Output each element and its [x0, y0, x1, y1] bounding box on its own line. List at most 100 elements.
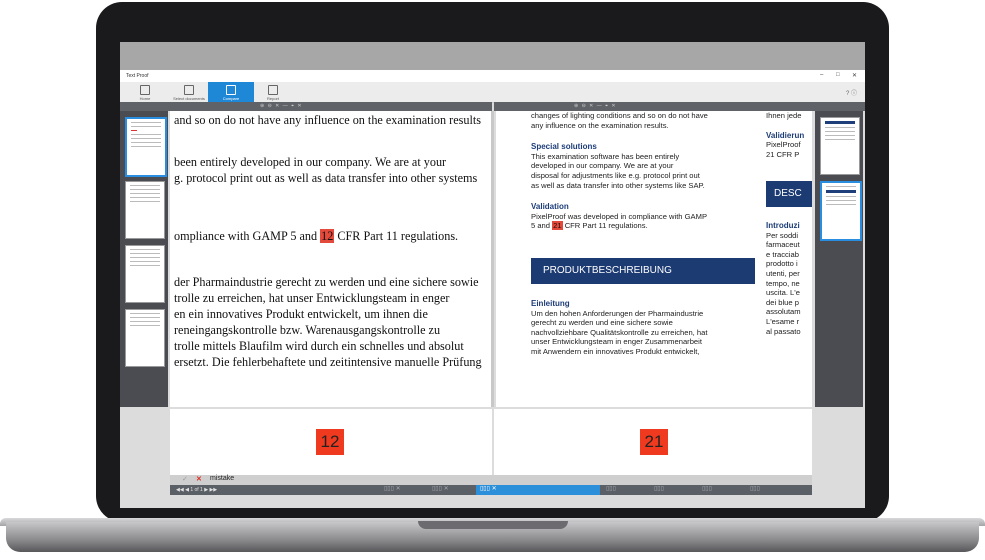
step-select-documents[interactable]: Select documents — [166, 82, 212, 102]
app-window: Text Proof – □ ✕ Home Select documents C… — [120, 70, 865, 508]
right-document-view: changes of lighting conditions and so on… — [496, 111, 812, 407]
right-column-1: changes of lighting conditions and so on… — [531, 111, 761, 231]
app-title: Text Proof — [126, 73, 149, 79]
difference-tab[interactable]: ▯▯▯ — [698, 485, 742, 495]
laptop-notch — [418, 521, 568, 529]
right-column-2: Ihnen jede Validierun PixelProof 21 CFR … — [766, 111, 812, 159]
help-icon[interactable]: ? ⓘ — [846, 88, 857, 97]
section-heading: Special solutions — [531, 142, 597, 152]
left-document-view: and so on do not have any influence on t… — [170, 111, 492, 407]
left-thumbnail-panel — [120, 111, 168, 407]
difference-tab-active[interactable]: ▯▯▯ ✕ — [476, 485, 600, 495]
step-label: Report — [266, 96, 279, 101]
step-report[interactable]: Report — [250, 82, 296, 102]
difference-tab[interactable]: ▯▯▯ ✕ — [428, 485, 472, 495]
right-thumbnail-panel — [815, 111, 863, 407]
doc-line: ompliance with GAMP 5 and 12 CFR Part 11… — [174, 229, 459, 243]
doc-line: 5 and 21 CFR Part 11 regulations. — [531, 221, 648, 231]
right-column-1-lower: Einleitung Um den hohen Anforderungen de… — [531, 299, 761, 357]
right-compare-value: 21 — [640, 429, 668, 455]
doc-line: utenti, per — [766, 268, 800, 278]
step-label: Home — [139, 96, 151, 101]
doc-line: This examination software has been entir… — [531, 151, 680, 161]
left-scrollbar[interactable] — [491, 111, 494, 407]
doc-line: 21 CFR P — [766, 149, 800, 159]
screen: Text Proof – □ ✕ Home Select documents C… — [120, 42, 865, 508]
doc-line: Per soddi — [766, 230, 799, 240]
difference-highlight[interactable]: 12 — [320, 229, 335, 243]
reject-icon[interactable]: ✕ — [196, 475, 202, 483]
page-thumbnail[interactable] — [820, 117, 860, 175]
doc-line: trolle zu erreichen, hat unser Entwicklu… — [174, 291, 450, 305]
right-toolbar: ⊕ ⊖ ✕ — ⌖ ✕ — [494, 102, 865, 111]
page-thumbnail[interactable] — [125, 245, 165, 303]
compare-icon — [226, 85, 236, 95]
doc-line: prodotto i — [766, 259, 798, 269]
difference-tab[interactable]: ▯▯▯ — [602, 485, 646, 495]
right-column-2-lower: Introduzi Per soddi farmaceut e tracciab… — [766, 221, 812, 336]
doc-line: en ein innovatives Produkt entwickelt, u… — [174, 307, 428, 321]
doc-line: farmaceut — [766, 240, 800, 250]
doc-line: dei blue p — [766, 297, 799, 307]
step-label: Compare — [222, 96, 240, 101]
doc-line: nachvollziehbare Qualitätskontrolle zu e… — [531, 327, 708, 337]
workflow-ribbon: Home Select documents Compare Report ? ⓘ — [120, 82, 865, 103]
doc-line: Ihnen jede — [766, 111, 802, 120]
zoom-tools-icon[interactable]: ⊕ ⊖ ✕ — ⌖ ✕ — [260, 103, 303, 109]
correction-comment[interactable]: mistake — [210, 475, 234, 482]
status-bar: ◀◀ ◀ 1 of 1 ▶ ▶▶ ▯▯▯ ✕ ▯▯▯ ✕ ▯▯▯ ✕ ▯▯▯ ▯… — [170, 485, 812, 495]
doc-line: been entirely developed in our company. … — [174, 155, 447, 169]
accept-icon[interactable]: ✓ — [182, 475, 188, 483]
zoom-tools-icon[interactable]: ⊕ ⊖ ✕ — ⌖ ✕ — [574, 103, 617, 109]
doc-line: der Pharmaindustrie gerecht zu werden un… — [174, 275, 479, 289]
doc-line: al passato — [766, 326, 801, 336]
doc-line: PixelProof was developed in compliance w… — [531, 211, 708, 221]
step-home[interactable]: Home — [122, 82, 168, 102]
difference-tab[interactable]: ▯▯▯ ✕ — [380, 485, 424, 495]
page-thumbnail[interactable] — [125, 181, 165, 239]
step-label: Select documents — [173, 96, 205, 101]
report-icon — [268, 85, 278, 95]
section-banner: DESC — [766, 181, 812, 207]
doc-line: tempo, ne — [766, 278, 800, 288]
doc-line: any influence on the examination results… — [531, 120, 669, 130]
doc-line: g. protocol print out as well as data tr… — [174, 171, 478, 185]
page-thumbnail[interactable] — [820, 181, 862, 241]
doc-line: as well as data transfer into other syst… — [531, 180, 705, 190]
home-icon — [140, 85, 150, 95]
step-compare[interactable]: Compare — [208, 82, 254, 102]
difference-highlight[interactable]: 21 — [552, 221, 563, 231]
page-thumbnail[interactable] — [125, 117, 167, 177]
doc-line: changes of lighting conditions and so on… — [531, 111, 708, 120]
left-compare-region: 12 — [170, 409, 492, 475]
doc-line: uscita. L'e — [766, 288, 800, 298]
doc-line: developed in our company. We are at your — [531, 161, 674, 171]
doc-line: assolutam — [766, 307, 801, 317]
page-navigation[interactable]: ◀◀ ◀ 1 of 1 ▶ ▶▶ — [176, 487, 217, 493]
doc-line: L'esame r — [766, 316, 800, 326]
section-heading: Introduzi — [766, 221, 800, 230]
correction-bar: ✓ ✕ mistake — [170, 475, 812, 485]
minimize-button[interactable]: – — [820, 72, 823, 78]
right-compare-region: 21 — [494, 409, 812, 475]
doc-line: gerecht zu werden und eine sichere sowie — [531, 318, 673, 328]
section-heading: Einleitung — [531, 299, 570, 308]
title-bar: Text Proof – □ ✕ — [120, 70, 865, 82]
doc-line: and so on do not have any influence on t… — [174, 113, 481, 127]
difference-tab[interactable]: ▯▯▯ — [650, 485, 694, 495]
section-heading: Validation — [531, 202, 569, 212]
doc-line: e tracciab — [766, 249, 799, 259]
doc-line: ersetzt. Die fehlerbehaftete und zeitint… — [174, 355, 482, 369]
maximize-button[interactable]: □ — [836, 72, 840, 78]
section-banner: PRODUKTBESCHREIBUNG — [531, 258, 755, 284]
left-toolbar: ⊕ ⊖ ✕ — ⌖ ✕ — [120, 102, 492, 111]
doc-line: reneingangskontrolle bzw. Warenausgangsk… — [174, 323, 441, 337]
page-thumbnail[interactable] — [125, 309, 165, 367]
close-button[interactable]: ✕ — [852, 72, 857, 79]
doc-line: Um den hohen Anforderungen der Pharmaind… — [531, 308, 704, 318]
document-icon — [184, 85, 194, 95]
difference-tab[interactable]: ▯▯▯ — [746, 485, 790, 495]
section-heading: Validierun — [766, 130, 805, 140]
doc-line: PixelProof — [766, 140, 801, 150]
left-compare-value: 12 — [316, 429, 344, 455]
